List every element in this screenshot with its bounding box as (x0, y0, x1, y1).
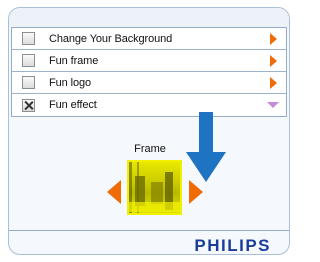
effect-title: Frame (134, 143, 166, 155)
expand-arrow-icon[interactable] (270, 77, 277, 89)
blue-down-arrow-icon (186, 112, 226, 182)
collapse-arrow-icon[interactable] (267, 102, 279, 108)
menu-item-change-background[interactable]: Change Your Background (12, 28, 286, 50)
checkbox[interactable] (22, 32, 35, 45)
menu-item-fun-logo[interactable]: Fun logo (12, 72, 286, 94)
menu-item-label: Fun frame (49, 54, 99, 67)
orange-left-arrow-icon[interactable] (107, 180, 121, 204)
checkbox[interactable] (22, 76, 35, 89)
footer-divider (9, 230, 289, 231)
effects-menu: Change Your Background Fun frame Fun log… (11, 27, 287, 117)
webcam-effects-panel: Change Your Background Fun frame Fun log… (8, 7, 290, 255)
expand-arrow-icon[interactable] (270, 33, 277, 45)
expand-arrow-icon[interactable] (270, 55, 277, 67)
menu-item-fun-frame[interactable]: Fun frame (12, 50, 286, 72)
panel-header-band (9, 8, 289, 27)
checkbox[interactable] (22, 54, 35, 67)
philips-logo: PHILIPS (194, 236, 271, 255)
menu-item-fun-effect[interactable]: Fun effect (12, 94, 286, 116)
menu-item-label: Change Your Background (49, 32, 173, 45)
menu-item-label: Fun effect (49, 99, 97, 111)
orange-right-arrow-icon[interactable] (189, 180, 203, 204)
effect-preview-thumbnail[interactable] (127, 160, 182, 215)
menu-item-label: Fun logo (49, 76, 92, 89)
checkbox-checked[interactable] (22, 98, 35, 112)
